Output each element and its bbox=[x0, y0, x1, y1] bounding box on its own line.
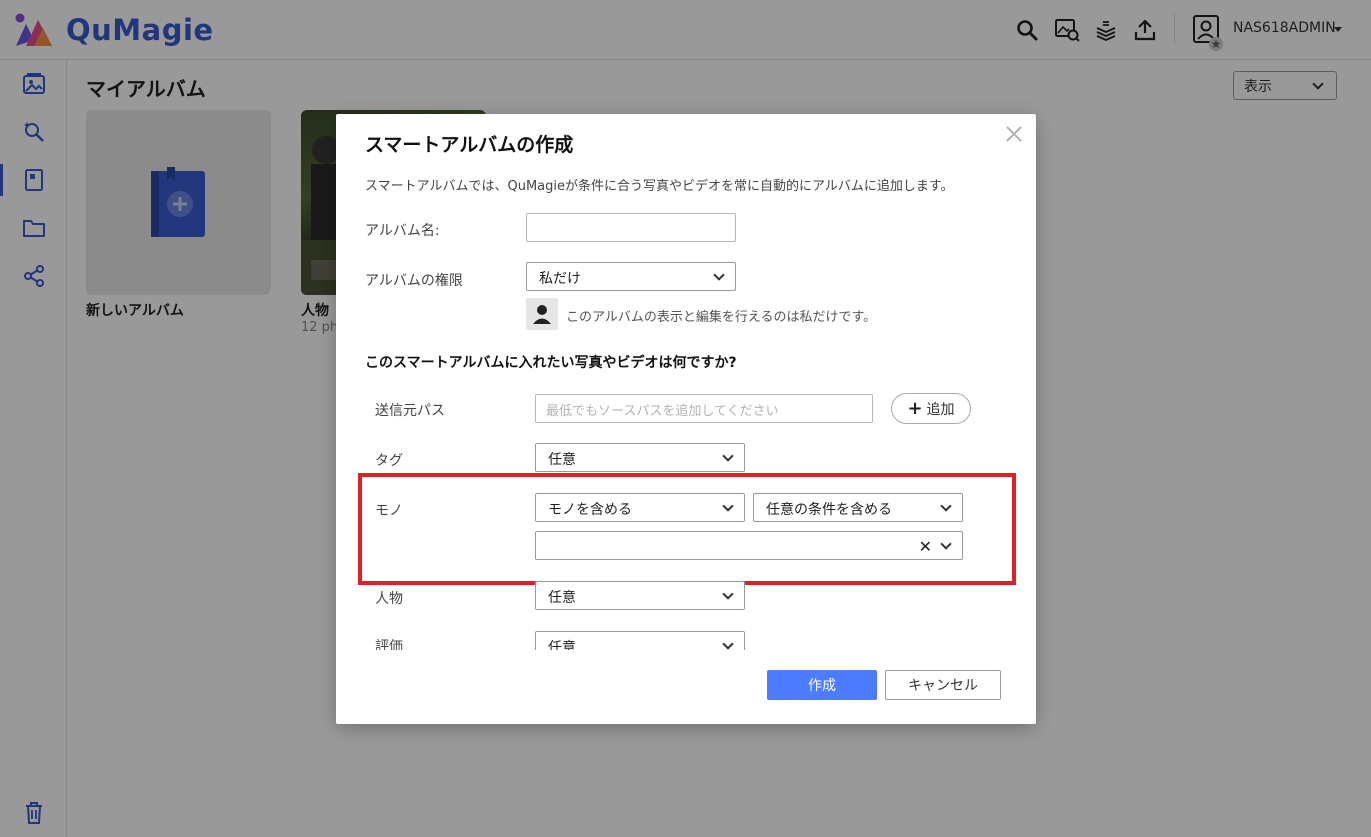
dialog-description: スマートアルバムでは、QuMagieが条件に合う写真やビデオを常に自動的にアルバ… bbox=[365, 179, 954, 194]
chevron-down-icon bbox=[713, 269, 725, 281]
tag-select[interactable]: 任意 bbox=[535, 443, 745, 472]
close-icon[interactable] bbox=[1004, 124, 1024, 144]
add-source-path-button[interactable]: + 追加 bbox=[891, 393, 971, 424]
permission-note: このアルバムの表示と編集を行えるのは私だけです。 bbox=[566, 310, 877, 325]
person-select-value: 任意 bbox=[548, 590, 576, 606]
source-path-label: 送信元パス bbox=[375, 403, 445, 419]
album-permission-label: アルバムの権限 bbox=[365, 273, 463, 289]
plus-icon: + bbox=[907, 398, 923, 419]
person-label: 人物 bbox=[375, 591, 403, 607]
permission-select-value: 私だけ bbox=[539, 271, 581, 287]
rating-select[interactable]: 任意 bbox=[535, 631, 745, 650]
highlight-box bbox=[358, 473, 1016, 585]
chevron-down-icon bbox=[722, 450, 734, 462]
criteria-question: このスマートアルバムに入れたい写真やビデオは何ですか? bbox=[365, 355, 737, 371]
chevron-down-icon bbox=[722, 638, 734, 650]
create-smart-album-dialog: スマートアルバムの作成 スマートアルバムでは、QuMagieが条件に合う写真やビ… bbox=[336, 114, 1036, 724]
person-select[interactable]: 任意 bbox=[535, 581, 745, 610]
album-name-input[interactable] bbox=[526, 213, 736, 242]
rating-label: 評価 bbox=[375, 639, 403, 650]
create-button[interactable]: 作成 bbox=[767, 670, 877, 700]
cancel-button[interactable]: キャンセル bbox=[885, 670, 1001, 700]
source-path-input[interactable]: 最低でもソースパスを追加してください bbox=[535, 394, 873, 423]
dialog-title: スマートアルバムの作成 bbox=[365, 134, 574, 156]
tag-label: タグ bbox=[375, 453, 403, 469]
criteria-scroll-area: 人物 任意 評価 任意 bbox=[336, 580, 1036, 650]
tag-select-value: 任意 bbox=[548, 452, 576, 468]
add-button-label: 追加 bbox=[926, 401, 955, 418]
chevron-down-icon bbox=[722, 588, 734, 600]
person-icon bbox=[526, 298, 558, 330]
album-name-label: アルバム名: bbox=[365, 223, 440, 239]
rating-select-value: 任意 bbox=[548, 640, 576, 650]
album-permission-select[interactable]: 私だけ bbox=[526, 262, 736, 291]
